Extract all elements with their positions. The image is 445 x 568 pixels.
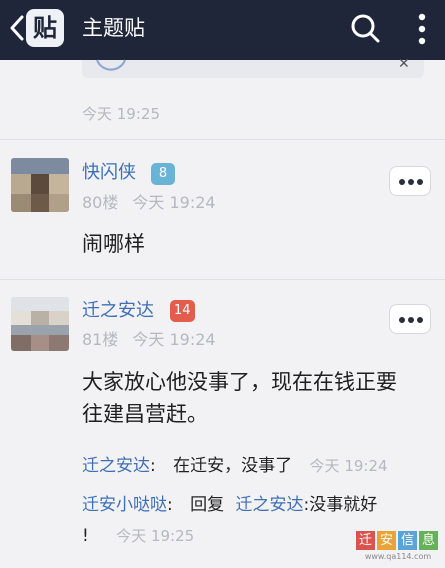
floor-number: 80楼 (82, 193, 119, 212)
reply-text-continued: ! (82, 526, 89, 546)
watermark-char: 迁 (356, 531, 375, 550)
post-more-button[interactable] (389, 304, 431, 334)
floor-number: 81楼 (82, 330, 119, 349)
watermark-char: 息 (419, 531, 438, 550)
avatar[interactable] (11, 297, 69, 351)
reply-item[interactable]: 迁之安达: 在迁安，没事了 今天 19:24 (82, 453, 388, 479)
post-divider (0, 139, 445, 140)
search-icon[interactable] (349, 12, 381, 44)
previous-media-card[interactable] (82, 60, 424, 78)
watermark-char: 信 (398, 531, 417, 550)
post-username[interactable]: 快闪侠 (82, 161, 136, 185)
level-badge: 14 (170, 300, 195, 322)
reply-username[interactable]: 迁安小哒哒 (82, 495, 167, 515)
top-navigation-bar: 贴 主题贴 (0, 0, 445, 60)
reply-target-username[interactable]: 迁之安达 (236, 495, 304, 515)
reply-time: 今天 19:25 (116, 527, 195, 545)
reply-time: 今天 19:24 (309, 457, 388, 475)
reply-prefix: 回复 (190, 495, 225, 515)
post-content-line: 大家放心他没事了，现在在钱正要 (82, 370, 397, 394)
watermark-url: www.qa114.com (364, 552, 432, 561)
more-vertical-icon[interactable] (412, 12, 432, 46)
reply-continuation: ! 今天 19:25 (82, 523, 194, 549)
reply-text: 在迁安，没事了 (173, 456, 293, 476)
avatar[interactable] (11, 158, 69, 212)
post-username[interactable]: 迁之安达 (82, 299, 154, 323)
post-content-line: 往建昌营赶。 (82, 402, 208, 426)
play-icon[interactable] (94, 52, 128, 82)
post-meta: 81楼 今天 19:24 (82, 330, 230, 350)
close-icon[interactable]: ✕ (398, 56, 410, 72)
reply-item[interactable]: 迁安小哒哒: 回复 迁之安达:没事就好 (82, 492, 377, 518)
page-title: 主题贴 (82, 16, 145, 40)
reply-separator: : (150, 456, 156, 476)
post-meta: 80楼 今天 19:24 (82, 193, 230, 213)
reply-separator: : (167, 495, 173, 515)
post-time: 今天 19:24 (132, 193, 216, 212)
post-more-button[interactable] (389, 166, 431, 196)
previous-post-time: 今天 19:25 (82, 105, 160, 123)
post-content: 闹哪样 (82, 232, 145, 256)
watermark-char: 安 (377, 531, 396, 550)
post-time: 今天 19:24 (132, 330, 216, 349)
back-chevron-icon[interactable] (8, 15, 26, 41)
tieba-logo[interactable]: 贴 (26, 9, 64, 47)
site-watermark: 迁 安 信 息 www.qa114.com (356, 531, 440, 565)
post-divider (0, 279, 445, 280)
reply-text: :没事就好 (303, 495, 378, 515)
level-badge: 8 (151, 163, 175, 185)
reply-username[interactable]: 迁之安达 (82, 456, 150, 476)
